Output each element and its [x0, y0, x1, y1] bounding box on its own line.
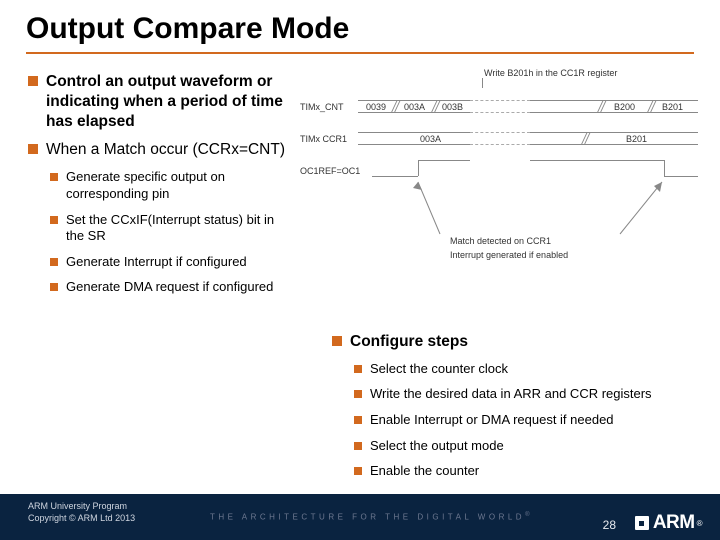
- bullet-square-icon: [50, 258, 58, 266]
- bullet-level1: Configure steps: [332, 332, 692, 352]
- dashed-line: [470, 144, 530, 145]
- logo-text: ARM: [653, 512, 695, 534]
- bullet-text: Generate specific output on correspondin…: [66, 169, 288, 202]
- diagram-annotation: Match detected on CCR1: [450, 236, 551, 246]
- tagline-text: THE ARCHITECTURE FOR THE DIGITAL WORLD: [210, 513, 525, 522]
- diagram-value: 0039: [366, 102, 386, 112]
- diagram-line: [530, 112, 698, 113]
- footer-attribution: ARM University Program Copyright © ARM L…: [28, 500, 135, 524]
- bullet-level2: Enable Interrupt or DMA request if neede…: [354, 412, 692, 429]
- bullet-square-icon: [354, 416, 362, 424]
- diagram-line: [530, 160, 664, 161]
- left-column: Control an output waveform or indicating…: [28, 72, 288, 305]
- bullet-level1: Control an output waveform or indicating…: [28, 72, 288, 131]
- bullet-level2: Enable the counter: [354, 463, 692, 480]
- bullet-square-icon: [28, 144, 38, 154]
- timing-diagram: Write B201h in the CC1R register TIMx_CN…: [300, 68, 700, 288]
- dashed-line: [470, 100, 530, 101]
- diagram-tick: [482, 78, 483, 88]
- diagram-value: 003A: [420, 134, 441, 144]
- bullet-level2: Generate Interrupt if configured: [50, 254, 288, 271]
- bullet-text: Select the output mode: [370, 438, 504, 455]
- dashed-line: [470, 132, 530, 133]
- bullet-square-icon: [354, 390, 362, 398]
- bullet-text: Enable the counter: [370, 463, 479, 480]
- bullet-level2: Generate DMA request if configured: [50, 279, 288, 296]
- arrow-icon: [620, 180, 680, 242]
- bullet-square-icon: [28, 76, 38, 86]
- diagram-transition: [431, 100, 441, 112]
- diagram-line: [372, 176, 418, 177]
- bullet-text: Set the CCxIF(Interrupt status) bit in t…: [66, 212, 288, 245]
- diagram-line: [358, 132, 470, 133]
- diagram-line: [418, 160, 470, 161]
- bullet-level1: When a Match occur (CCRx=CNT): [28, 140, 288, 160]
- bullet-level2: Write the desired data in ARR and CCR re…: [354, 386, 692, 403]
- bullet-text: Control an output waveform or indicating…: [46, 72, 288, 131]
- bullet-square-icon: [332, 336, 342, 346]
- bullet-square-icon: [354, 365, 362, 373]
- bullet-text: Configure steps: [350, 332, 468, 352]
- content-area: Control an output waveform or indicating…: [0, 62, 720, 494]
- diagram-value: 003A: [404, 102, 425, 112]
- footer-bar: ARM University Program Copyright © ARM L…: [0, 494, 720, 540]
- diagram-line: [530, 100, 698, 101]
- right-column: Configure steps Select the counter clock…: [332, 332, 692, 489]
- diagram-line: [418, 160, 419, 176]
- diagram-value: B200: [614, 102, 635, 112]
- slide: Output Compare Mode Control an output wa…: [0, 0, 720, 540]
- diagram-line: [664, 160, 665, 176]
- page-number: 28: [603, 518, 616, 532]
- slide-title: Output Compare Mode: [0, 0, 720, 52]
- diagram-line: [530, 144, 698, 145]
- diagram-annotation: Write B201h in the CC1R register: [484, 68, 617, 78]
- bullet-text: Generate Interrupt if configured: [66, 254, 247, 271]
- diagram-transition: [597, 100, 607, 112]
- bullet-square-icon: [50, 283, 58, 291]
- bullet-square-icon: [354, 442, 362, 450]
- dashed-line: [470, 112, 530, 113]
- bullet-level2: Generate specific output on correspondin…: [50, 169, 288, 202]
- bullet-square-icon: [50, 173, 58, 181]
- diagram-value: B201: [626, 134, 647, 144]
- diagram-line: [358, 100, 470, 101]
- bullet-level2: Select the output mode: [354, 438, 692, 455]
- diagram-line: [358, 112, 470, 113]
- bullet-level2: Set the CCxIF(Interrupt status) bit in t…: [50, 212, 288, 245]
- bullet-level2: Select the counter clock: [354, 361, 692, 378]
- bullet-text: When a Match occur (CCRx=CNT): [46, 140, 285, 160]
- diagram-row-label: TIMx CCR1: [300, 134, 347, 144]
- diagram-value: B201: [662, 102, 683, 112]
- diagram-row-label: OC1REF=OC1: [300, 166, 360, 176]
- diagram-line: [664, 176, 698, 177]
- diagram-transition: [647, 100, 657, 112]
- bullet-text: Enable Interrupt or DMA request if neede…: [370, 412, 614, 429]
- arrow-icon: [410, 180, 450, 242]
- diagram-annotation: Interrupt generated if enabled: [450, 250, 568, 260]
- bullet-text: Select the counter clock: [370, 361, 508, 378]
- diagram-line: [530, 132, 698, 133]
- title-underline: [26, 52, 694, 54]
- diagram-value: 003B: [442, 102, 463, 112]
- footer-line2: Copyright © ARM Ltd 2013: [28, 512, 135, 524]
- bullet-square-icon: [354, 467, 362, 475]
- bullet-text: Write the desired data in ARR and CCR re…: [370, 386, 652, 403]
- diagram-transition: [581, 132, 591, 144]
- bullet-square-icon: [50, 216, 58, 224]
- bullet-text: Generate DMA request if configured: [66, 279, 273, 296]
- diagram-line: [358, 144, 470, 145]
- diagram-transition: [391, 100, 401, 112]
- footer-tagline: THE ARCHITECTURE FOR THE DIGITAL WORLD®: [210, 512, 530, 522]
- arm-logo: ARM®: [635, 512, 702, 534]
- chip-icon: [635, 516, 649, 530]
- diagram-row-label: TIMx_CNT: [300, 102, 344, 112]
- footer-line1: ARM University Program: [28, 500, 135, 512]
